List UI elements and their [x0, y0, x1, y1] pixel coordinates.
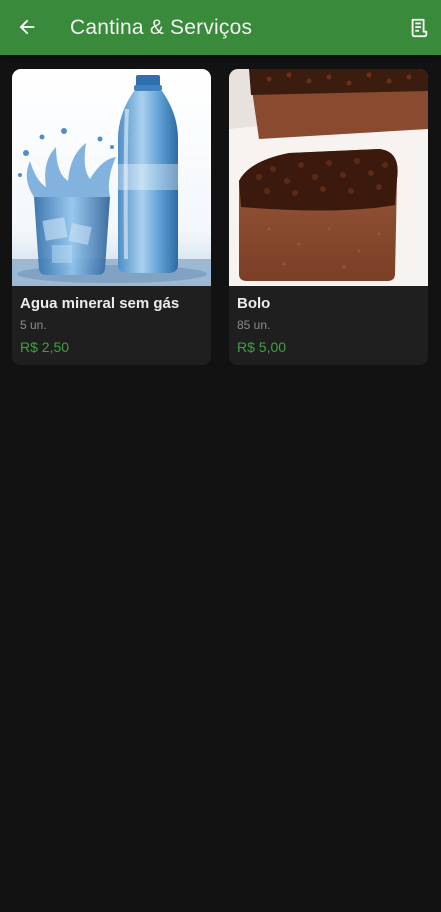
- page-title: Cantina & Serviços: [70, 16, 253, 39]
- product-card[interactable]: Agua mineral sem gás 5 un. R$ 2,50: [12, 69, 211, 365]
- product-name: Bolo: [237, 295, 271, 312]
- product-price: R$ 2,50: [20, 339, 70, 355]
- back-button[interactable]: [12, 12, 42, 42]
- water-bottle-image: [12, 69, 211, 286]
- arrow-left-icon: [19, 19, 35, 35]
- cake-image: [229, 69, 428, 286]
- receipt-button[interactable]: [405, 14, 433, 42]
- product-price: R$ 5,00: [237, 339, 287, 355]
- product-name: Agua mineral sem gás: [20, 295, 180, 312]
- product-quantity: 85 un.: [237, 318, 271, 332]
- receipt-icon: [411, 18, 428, 38]
- product-quantity: 5 un.: [20, 318, 47, 332]
- product-card[interactable]: Bolo 85 un. R$ 5,00: [229, 69, 428, 365]
- app-bar: Cantina & Serviços: [0, 0, 441, 55]
